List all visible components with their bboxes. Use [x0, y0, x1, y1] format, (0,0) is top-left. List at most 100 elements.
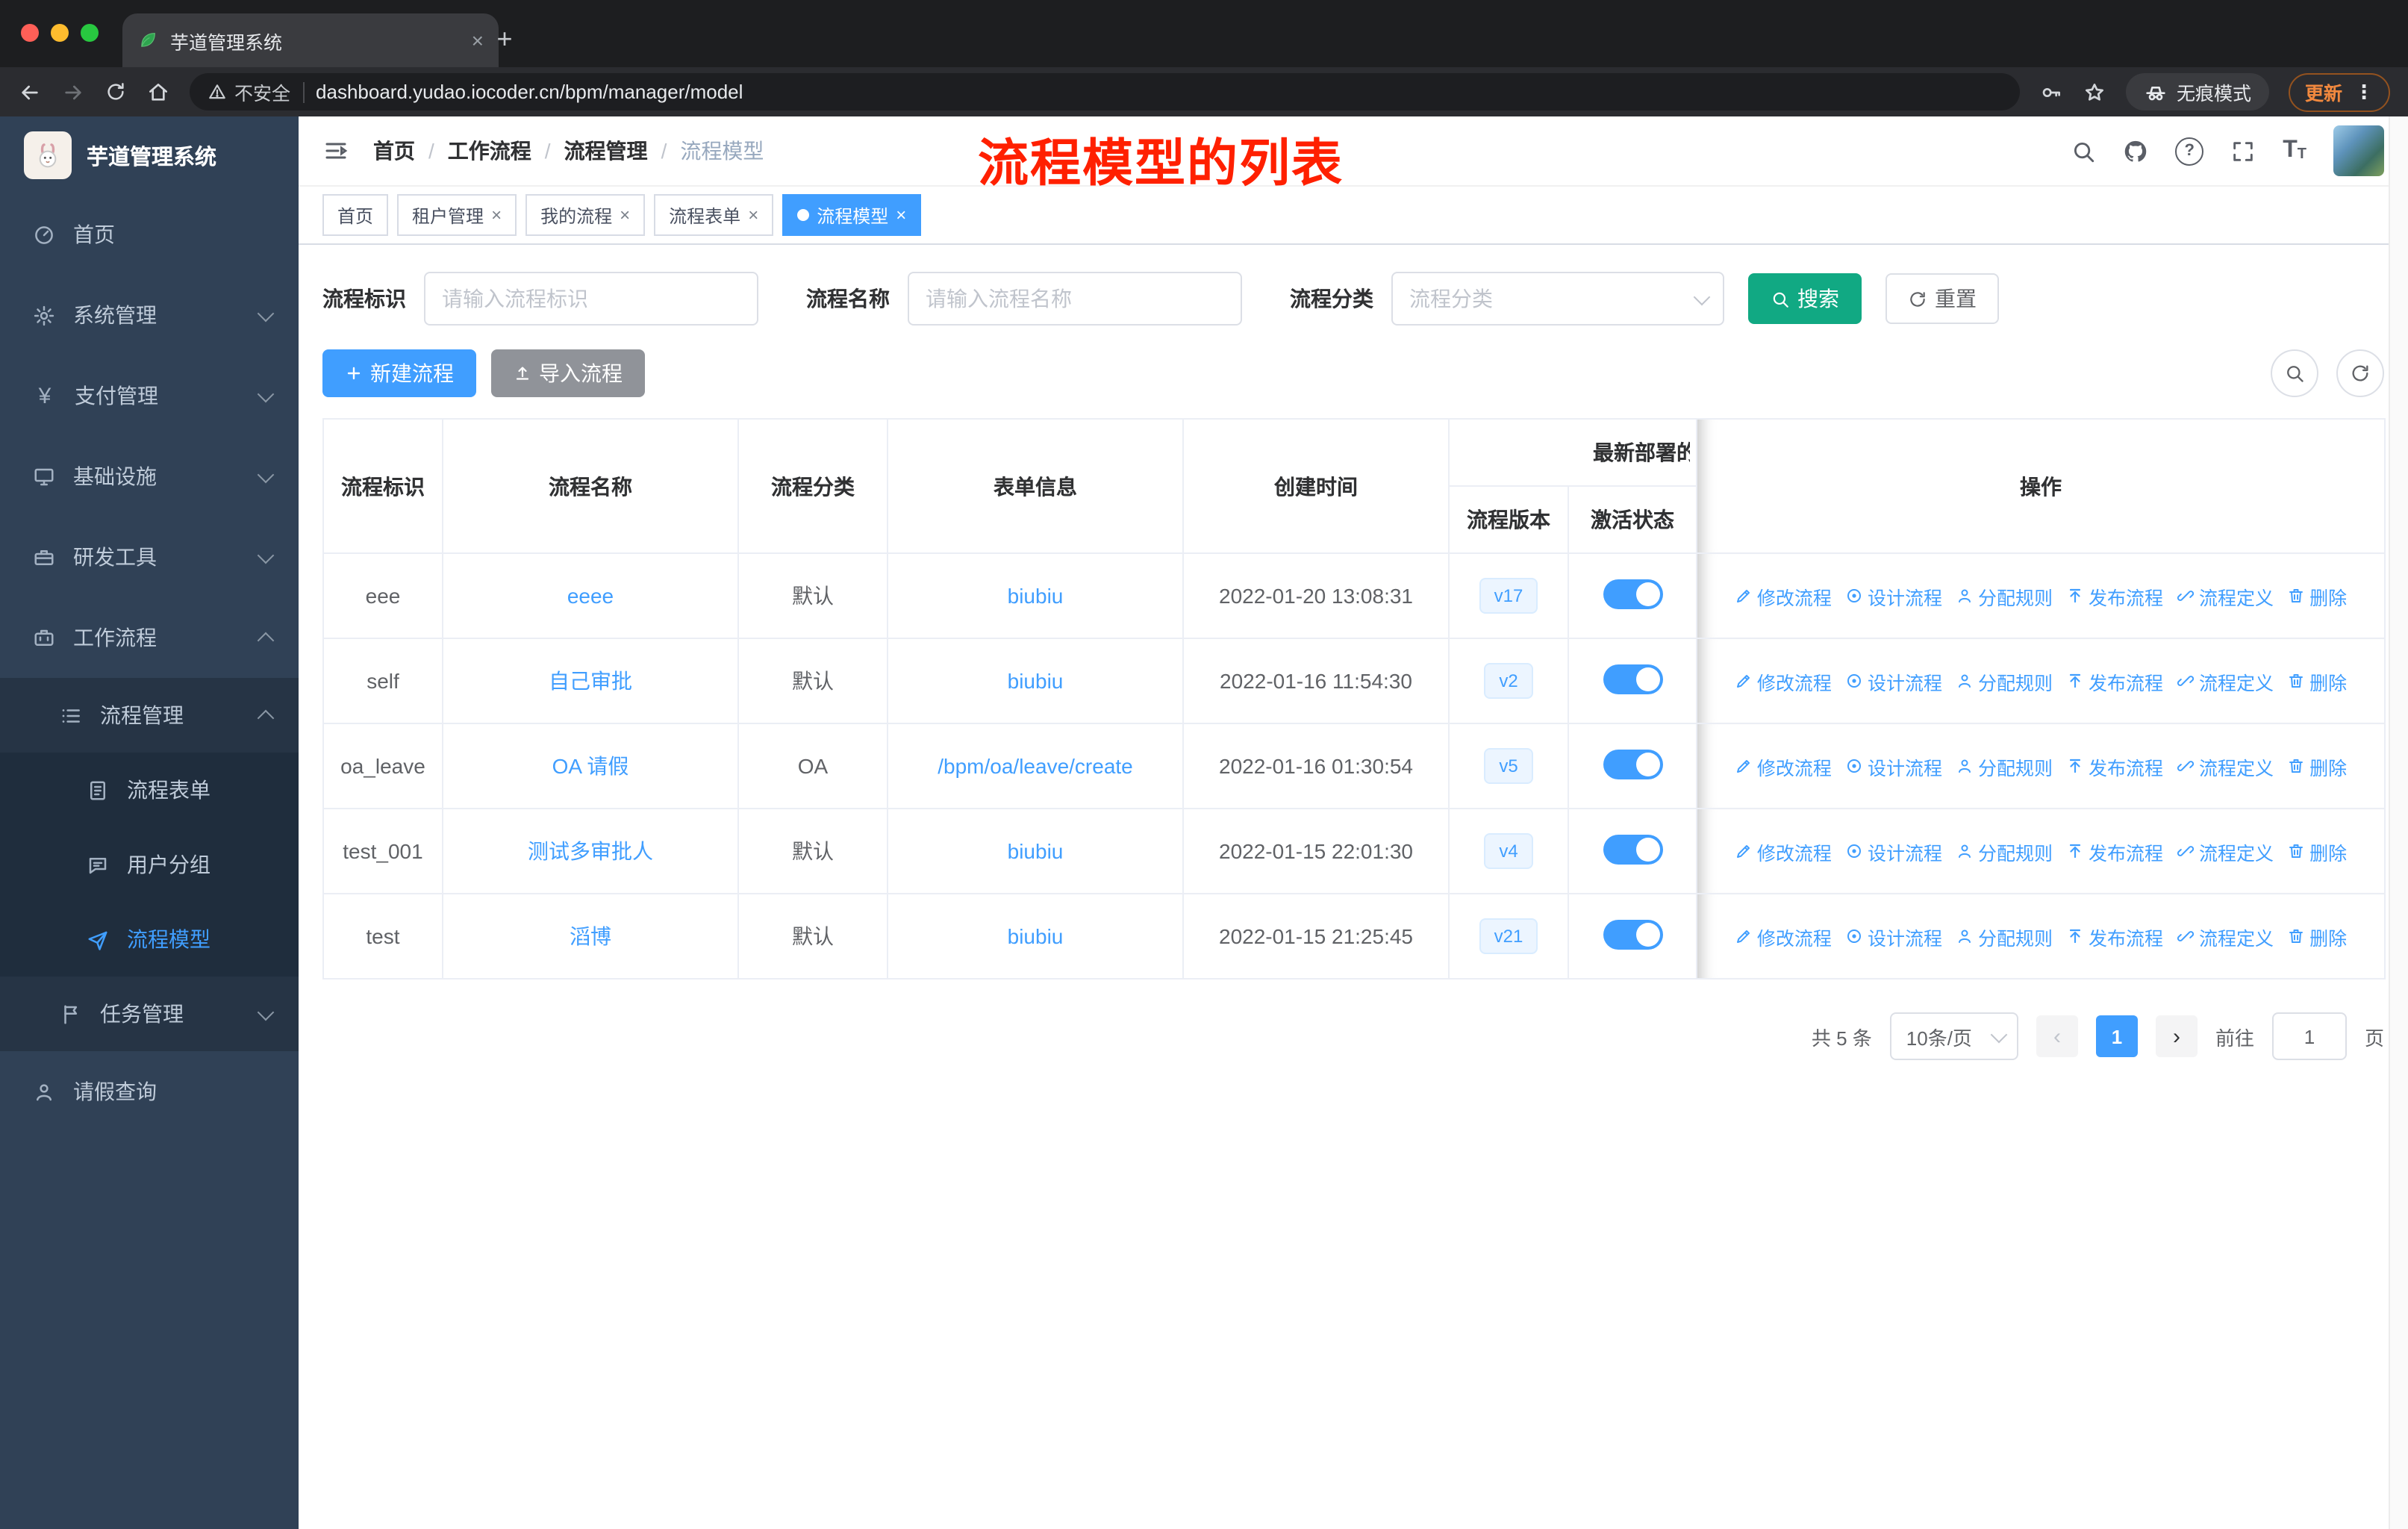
sidebar-item-workflow[interactable]: 工作流程: [0, 597, 299, 678]
edit-process-link[interactable]: 修改流程: [1735, 667, 1832, 695]
sidebar-collapse-icon[interactable]: [322, 137, 349, 164]
password-key-icon[interactable]: [2039, 80, 2063, 104]
sidebar-item-process-form[interactable]: 流程表单: [0, 753, 299, 827]
prev-page-button[interactable]: ‹: [2036, 1015, 2078, 1057]
active-toggle[interactable]: [1603, 664, 1662, 694]
assign-rule-link[interactable]: 分配规则: [1956, 837, 2053, 865]
active-toggle[interactable]: [1603, 749, 1662, 779]
process-id-input[interactable]: [424, 272, 758, 326]
sidebar-item-infrastructure[interactable]: 基础设施: [0, 436, 299, 517]
delete-link[interactable]: 删除: [2287, 667, 2347, 695]
reload-icon[interactable]: [105, 81, 127, 103]
import-process-button[interactable]: 导入流程: [491, 349, 645, 397]
breadcrumb-workflow[interactable]: 工作流程: [448, 136, 531, 166]
help-icon[interactable]: ?: [2175, 137, 2204, 165]
process-definition-link[interactable]: 流程定义: [2177, 667, 2274, 695]
assign-rule-link[interactable]: 分配规则: [1956, 667, 2053, 695]
form-info-link[interactable]: biubiu: [1008, 669, 1064, 693]
refresh-table-button[interactable]: [2336, 349, 2384, 397]
form-info-link[interactable]: biubiu: [1008, 924, 1064, 948]
user-avatar[interactable]: [2333, 125, 2384, 176]
assign-rule-link[interactable]: 分配规则: [1956, 582, 2053, 610]
search-button[interactable]: 搜索: [1748, 273, 1862, 324]
delete-link[interactable]: 删除: [2287, 582, 2347, 610]
delete-link[interactable]: 删除: [2287, 837, 2347, 865]
sidebar-item-user-group[interactable]: 用户分组: [0, 827, 299, 902]
delete-link[interactable]: 删除: [2287, 922, 2347, 950]
process-name-link[interactable]: 自己审批: [549, 669, 632, 693]
menu-dots-icon[interactable]: ⋮: [2354, 80, 2374, 104]
process-name-link[interactable]: eeee: [567, 584, 614, 608]
search-icon[interactable]: [2071, 138, 2096, 164]
close-icon[interactable]: ×: [491, 206, 502, 224]
close-icon[interactable]: ×: [896, 206, 906, 224]
home-icon[interactable]: [146, 80, 170, 104]
edit-process-link[interactable]: 修改流程: [1735, 752, 1832, 780]
tag-process-model[interactable]: 流程模型 ×: [782, 194, 922, 236]
fullscreen-icon[interactable]: [2230, 138, 2256, 164]
sidebar-item-payment[interactable]: ¥ 支付管理: [0, 355, 299, 436]
sidebar-item-system[interactable]: 系统管理: [0, 275, 299, 355]
minimize-window-button[interactable]: [51, 24, 69, 42]
page-size-select[interactable]: 10条/页: [1889, 1012, 2018, 1060]
process-category-select[interactable]: 流程分类: [1391, 272, 1724, 326]
sidebar-item-process-model[interactable]: 流程模型: [0, 902, 299, 977]
active-toggle[interactable]: [1603, 579, 1662, 608]
publish-process-link[interactable]: 发布流程: [2066, 667, 2163, 695]
github-icon[interactable]: [2123, 138, 2148, 164]
assign-rule-link[interactable]: 分配规则: [1956, 922, 2053, 950]
tag-home[interactable]: 首页: [322, 194, 389, 236]
form-info-link[interactable]: /bpm/oa/leave/create: [938, 754, 1133, 778]
publish-process-link[interactable]: 发布流程: [2066, 752, 2163, 780]
sidebar-item-task-management[interactable]: 任务管理: [0, 977, 299, 1051]
font-size-icon[interactable]: TT: [2283, 138, 2306, 163]
process-name-link[interactable]: 测试多审批人: [528, 839, 653, 863]
bookmark-star-icon[interactable]: [2083, 80, 2106, 104]
reset-button[interactable]: 重置: [1885, 273, 1999, 324]
publish-process-link[interactable]: 发布流程: [2066, 837, 2163, 865]
app-logo[interactable]: 芋道管理系统: [0, 116, 299, 194]
process-definition-link[interactable]: 流程定义: [2177, 582, 2274, 610]
design-process-link[interactable]: 设计流程: [1845, 922, 1942, 950]
next-page-button[interactable]: ›: [2155, 1015, 2198, 1057]
sidebar-item-leave-query[interactable]: 请假查询: [0, 1051, 299, 1132]
process-name-input[interactable]: [908, 272, 1242, 326]
publish-process-link[interactable]: 发布流程: [2066, 922, 2163, 950]
edit-process-link[interactable]: 修改流程: [1735, 582, 1832, 610]
breadcrumb-home[interactable]: 首页: [373, 136, 415, 166]
delete-link[interactable]: 删除: [2287, 752, 2347, 780]
page-number-button[interactable]: 1: [2095, 1015, 2138, 1057]
sidebar-item-devtools[interactable]: 研发工具: [0, 517, 299, 597]
address-bar[interactable]: 不安全 dashboard.yudao.iocoder.cn/bpm/manag…: [190, 73, 2020, 110]
browser-tab[interactable]: 芋道管理系统 ×: [122, 13, 499, 67]
tag-tenant-management[interactable]: 租户管理 ×: [397, 194, 517, 236]
toggle-search-button[interactable]: [2271, 349, 2318, 397]
active-toggle[interactable]: [1603, 834, 1662, 864]
page-scrollbar[interactable]: [2389, 116, 2408, 1529]
browser-update-button[interactable]: 更新 ⋮: [2288, 72, 2390, 111]
process-definition-link[interactable]: 流程定义: [2177, 922, 2274, 950]
zoom-window-button[interactable]: [81, 24, 99, 42]
forward-icon[interactable]: [61, 80, 85, 104]
form-info-link[interactable]: biubiu: [1008, 584, 1064, 608]
publish-process-link[interactable]: 发布流程: [2066, 582, 2163, 610]
design-process-link[interactable]: 设计流程: [1845, 752, 1942, 780]
close-window-button[interactable]: [21, 24, 39, 42]
process-definition-link[interactable]: 流程定义: [2177, 837, 2274, 865]
active-toggle[interactable]: [1603, 919, 1662, 949]
design-process-link[interactable]: 设计流程: [1845, 837, 1942, 865]
process-name-link[interactable]: 滔博: [570, 924, 611, 948]
tag-my-process[interactable]: 我的流程 ×: [525, 194, 646, 236]
assign-rule-link[interactable]: 分配规则: [1956, 752, 2053, 780]
tag-process-form[interactable]: 流程表单 ×: [654, 194, 774, 236]
back-icon[interactable]: [18, 80, 42, 104]
sidebar-item-process-management[interactable]: 流程管理: [0, 678, 299, 753]
form-info-link[interactable]: biubiu: [1008, 839, 1064, 863]
site-security-label[interactable]: 不安全: [208, 78, 290, 106]
sidebar-item-home[interactable]: 首页: [0, 194, 299, 275]
design-process-link[interactable]: 设计流程: [1845, 667, 1942, 695]
edit-process-link[interactable]: 修改流程: [1735, 922, 1832, 950]
create-process-button[interactable]: 新建流程: [322, 349, 476, 397]
breadcrumb-process-management[interactable]: 流程管理: [564, 136, 648, 166]
process-name-link[interactable]: OA 请假: [552, 754, 629, 778]
